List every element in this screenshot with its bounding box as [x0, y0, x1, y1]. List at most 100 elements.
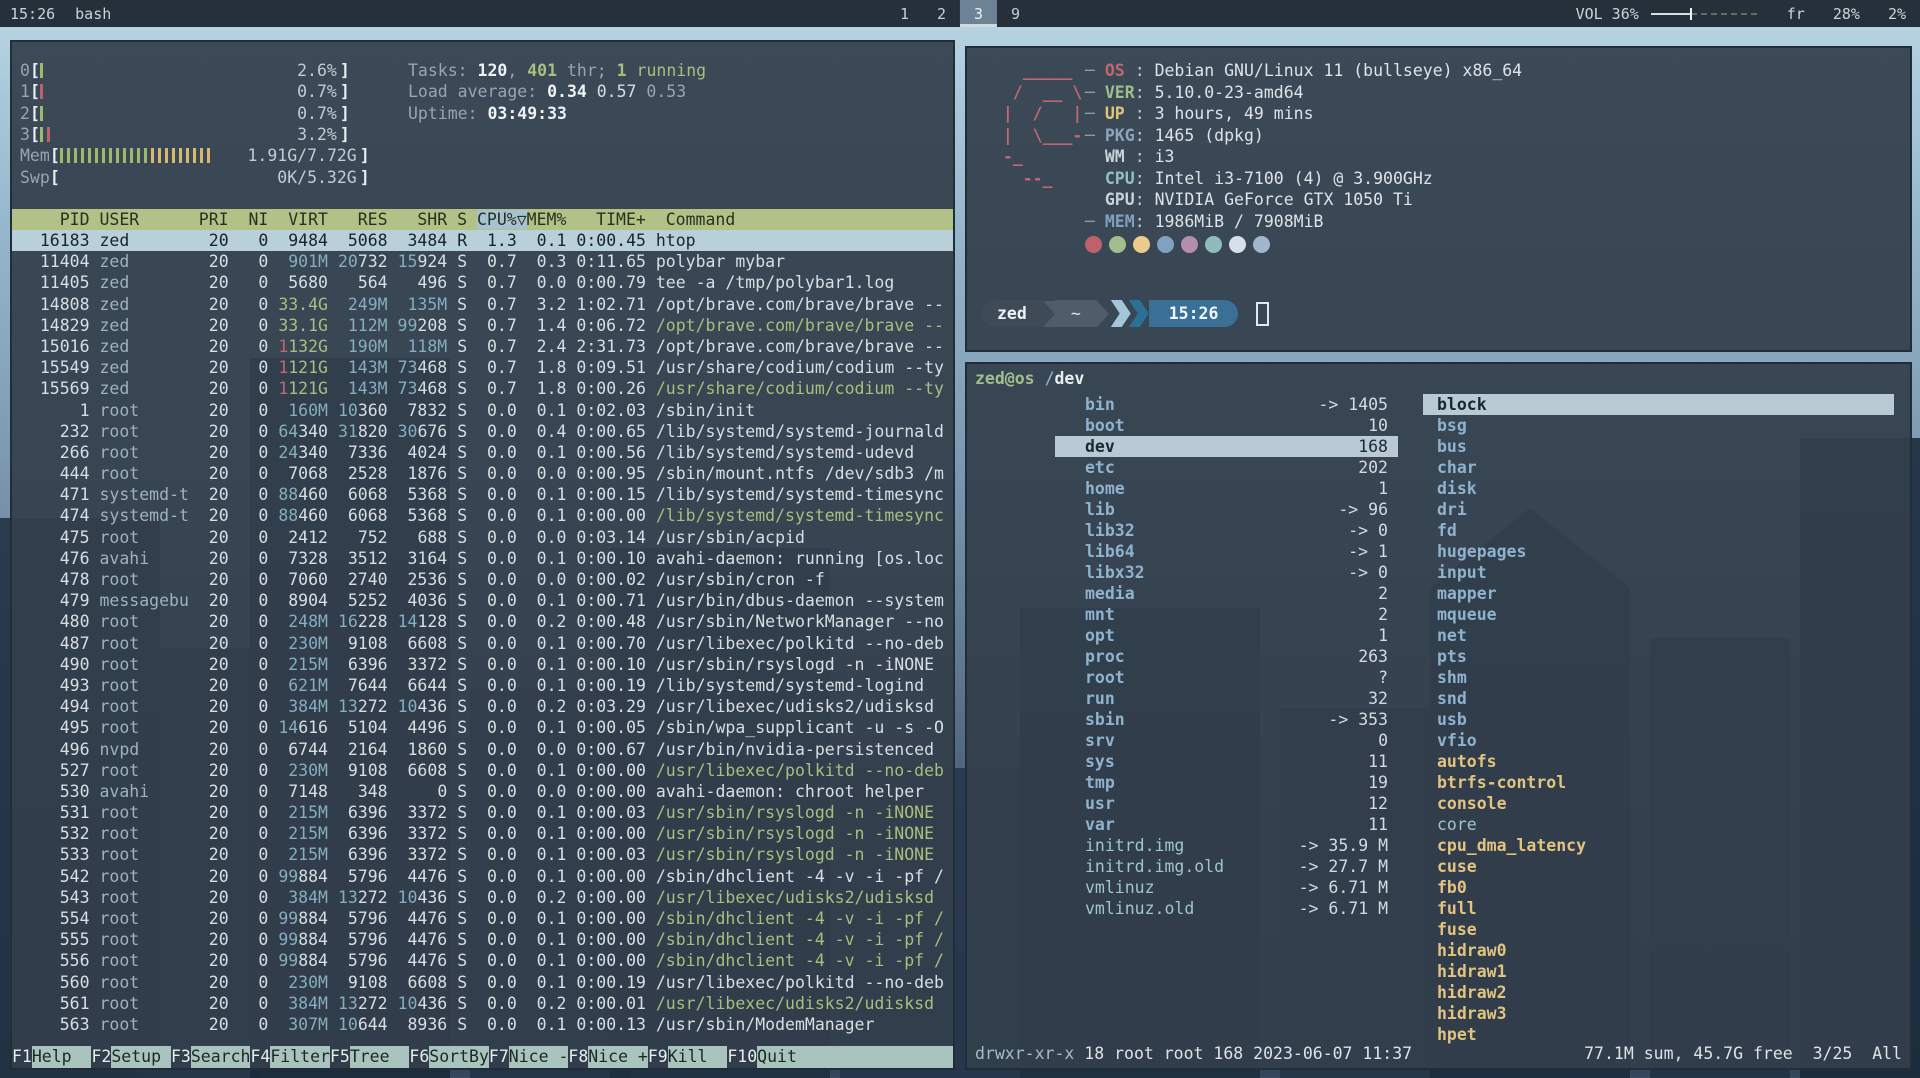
file-item[interactable]: pts — [1423, 646, 1894, 667]
function-key-f7[interactable]: F7Nice - — [489, 1046, 568, 1068]
file-item[interactable]: bsg — [1423, 415, 1894, 436]
file-item[interactable]: vmlinuz-> 6.71 M — [1055, 877, 1398, 898]
process-row[interactable]: 531 root 20 0 215M 6396 3372 S 0.0 0.1 0… — [12, 802, 953, 823]
file-item[interactable]: lib64-> 1 — [1055, 541, 1398, 562]
volume-module[interactable]: VOL 36% — [1576, 5, 1759, 23]
file-item[interactable]: input — [1423, 562, 1894, 583]
file-item[interactable]: usr12 — [1055, 793, 1398, 814]
volume-slider[interactable] — [1651, 13, 1759, 15]
file-item[interactable]: opt1 — [1055, 625, 1398, 646]
process-row[interactable]: 15549 zed 20 0 1121G 143M 73468 S 0.7 1.… — [12, 357, 953, 378]
process-row[interactable]: 530 avahi 20 0 7148 348 0 S 0.0 0.0 0:00… — [12, 781, 953, 802]
process-row[interactable]: 16183 zed 20 0 9484 5068 3484 R 1.3 0.1 … — [12, 230, 953, 251]
file-item[interactable]: sbin-> 353 — [1055, 709, 1398, 730]
file-item[interactable]: dev168 — [1055, 436, 1398, 457]
function-key-f3[interactable]: F3Search — [171, 1046, 250, 1068]
file-item[interactable]: mnt2 — [1055, 604, 1398, 625]
process-row[interactable]: 1 root 20 0 160M 10360 7832 S 0.0 0.1 0:… — [12, 400, 953, 421]
htop-window[interactable]: 0[2.6%] 1[0.7%] 2[0.7%] 3[3.2%]Mem[1.91G… — [10, 40, 955, 1070]
function-key-f2[interactable]: F2Setup — [91, 1046, 170, 1068]
file-item[interactable]: media2 — [1055, 583, 1398, 604]
process-row[interactable]: 543 root 20 0 384M 13272 10436 S 0.0 0.2… — [12, 887, 953, 908]
function-key-f1[interactable]: F1Help — [12, 1046, 91, 1068]
file-item[interactable]: hidraw2 — [1423, 982, 1894, 1003]
file-item[interactable]: cuse — [1423, 856, 1894, 877]
process-row[interactable]: 560 root 20 0 230M 9108 6608 S 0.0 0.1 0… — [12, 972, 953, 993]
process-row[interactable]: 494 root 20 0 384M 13272 10436 S 0.0 0.2… — [12, 696, 953, 717]
process-row[interactable]: 490 root 20 0 215M 6396 3372 S 0.0 0.1 0… — [12, 654, 953, 675]
process-row[interactable]: 496 nvpd 20 0 6744 2164 1860 S 0.0 0.0 0… — [12, 739, 953, 760]
volume-slider-knob[interactable] — [1690, 8, 1692, 20]
file-item[interactable]: hugepages — [1423, 541, 1894, 562]
process-row[interactable]: 493 root 20 0 621M 7644 6644 S 0.0 0.1 0… — [12, 675, 953, 696]
file-item[interactable]: vfio — [1423, 730, 1894, 751]
file-item[interactable]: hidraw3 — [1423, 1003, 1894, 1024]
process-row[interactable]: 444 root 20 0 7068 2528 1876 S 0.0 0.0 0… — [12, 463, 953, 484]
sort-column-cpu[interactable]: CPU%▽ — [477, 210, 527, 229]
process-row[interactable]: 554 root 20 0 99884 5796 4476 S 0.0 0.1 … — [12, 908, 953, 929]
process-row[interactable]: 542 root 20 0 99884 5796 4476 S 0.0 0.1 … — [12, 866, 953, 887]
process-row[interactable]: 478 root 20 0 7060 2740 2536 S 0.0 0.0 0… — [12, 569, 953, 590]
workspace-button[interactable]: 9 — [997, 0, 1034, 27]
process-row[interactable]: 480 root 20 0 248M 16228 14128 S 0.0 0.2… — [12, 611, 953, 632]
process-row[interactable]: 475 root 20 0 2412 752 688 S 0.0 0.0 0:0… — [12, 527, 953, 548]
process-row[interactable]: 232 root 20 0 64340 31820 30676 S 0.0 0.… — [12, 421, 953, 442]
file-item[interactable]: proc263 — [1055, 646, 1398, 667]
workspace-button[interactable]: 1 — [886, 0, 923, 27]
function-key-f4[interactable]: F4Filter — [250, 1046, 329, 1068]
process-row[interactable]: 471 systemd-t 20 0 88460 6068 5368 S 0.0… — [12, 484, 953, 505]
ranger-window[interactable]: zed@os /dev bin-> 1405boot10dev168etc202… — [965, 362, 1912, 1070]
file-item[interactable]: bus — [1423, 436, 1894, 457]
file-item[interactable]: fb0 — [1423, 877, 1894, 898]
process-row[interactable]: 561 root 20 0 384M 13272 10436 S 0.0 0.2… — [12, 993, 953, 1014]
function-key-f10[interactable]: F10Quit — [727, 1046, 953, 1068]
file-item[interactable]: etc202 — [1055, 457, 1398, 478]
file-item[interactable]: sys11 — [1055, 751, 1398, 772]
process-row[interactable]: 11405 zed 20 0 5680 564 496 S 0.7 0.0 0:… — [12, 272, 953, 293]
file-item[interactable]: root? — [1055, 667, 1398, 688]
file-item[interactable]: autofs — [1423, 751, 1894, 772]
function-key-f8[interactable]: F8Nice + — [568, 1046, 647, 1068]
file-item[interactable]: shm — [1423, 667, 1894, 688]
file-item[interactable]: usb — [1423, 709, 1894, 730]
function-key-f9[interactable]: F9Kill — [648, 1046, 727, 1068]
process-row[interactable]: 479 messagebu 20 0 8904 5252 4036 S 0.0 … — [12, 590, 953, 611]
file-item[interactable]: fd — [1423, 520, 1894, 541]
file-item[interactable]: snd — [1423, 688, 1894, 709]
file-item[interactable]: bin-> 1405 — [1055, 394, 1398, 415]
process-row[interactable]: 487 root 20 0 230M 9108 6608 S 0.0 0.1 0… — [12, 633, 953, 654]
process-row[interactable]: 556 root 20 0 99884 5796 4476 S 0.0 0.1 … — [12, 950, 953, 971]
file-item[interactable]: char — [1423, 457, 1894, 478]
file-item[interactable]: run32 — [1055, 688, 1398, 709]
file-item[interactable]: fuse — [1423, 919, 1894, 940]
function-key-f5[interactable]: F5Tree — [330, 1046, 409, 1068]
process-row[interactable]: 11404 zed 20 0 901M 20732 15924 S 0.7 0.… — [12, 251, 953, 272]
file-item[interactable]: hidraw1 — [1423, 961, 1894, 982]
file-item[interactable]: tmp19 — [1055, 772, 1398, 793]
file-item[interactable]: mqueue — [1423, 604, 1894, 625]
file-item[interactable]: libx32-> 0 — [1055, 562, 1398, 583]
file-item[interactable]: var11 — [1055, 814, 1398, 835]
terminal-cursor[interactable] — [1256, 302, 1269, 326]
file-item[interactable]: dri — [1423, 499, 1894, 520]
process-row[interactable]: 563 root 20 0 307M 10644 8936 S 0.0 0.1 … — [12, 1014, 953, 1035]
file-item[interactable]: initrd.img.old-> 27.7 M — [1055, 856, 1398, 877]
process-row[interactable]: 14829 zed 20 0 33.1G 112M 99208 S 0.7 1.… — [12, 315, 953, 336]
file-item[interactable]: hidraw0 — [1423, 940, 1894, 961]
workspace-button[interactable]: 3 — [960, 0, 997, 27]
process-row[interactable]: 14808 zed 20 0 33.4G 249M 135M S 0.7 3.2… — [12, 294, 953, 315]
file-item[interactable]: boot10 — [1055, 415, 1398, 436]
file-item[interactable]: disk — [1423, 478, 1894, 499]
process-table-header[interactable]: PID USER PRI NI VIRT RES SHR S CPU%▽MEM%… — [12, 209, 953, 230]
process-row[interactable]: 476 avahi 20 0 7328 3512 3164 S 0.0 0.1 … — [12, 548, 953, 569]
file-item[interactable]: hpet — [1423, 1024, 1894, 1045]
process-row[interactable]: 527 root 20 0 230M 9108 6608 S 0.0 0.1 0… — [12, 760, 953, 781]
file-item[interactable]: initrd.img-> 35.9 M — [1055, 835, 1398, 856]
process-row[interactable]: 532 root 20 0 215M 6396 3372 S 0.0 0.1 0… — [12, 823, 953, 844]
file-item[interactable]: srv0 — [1055, 730, 1398, 751]
process-row[interactable]: 474 systemd-t 20 0 88460 6068 5368 S 0.0… — [12, 505, 953, 526]
process-row[interactable]: 266 root 20 0 24340 7336 4024 S 0.0 0.1 … — [12, 442, 953, 463]
file-item[interactable]: mapper — [1423, 583, 1894, 604]
file-item[interactable]: vmlinuz.old-> 6.71 M — [1055, 898, 1398, 919]
function-key-f6[interactable]: F6SortBy — [409, 1046, 488, 1068]
